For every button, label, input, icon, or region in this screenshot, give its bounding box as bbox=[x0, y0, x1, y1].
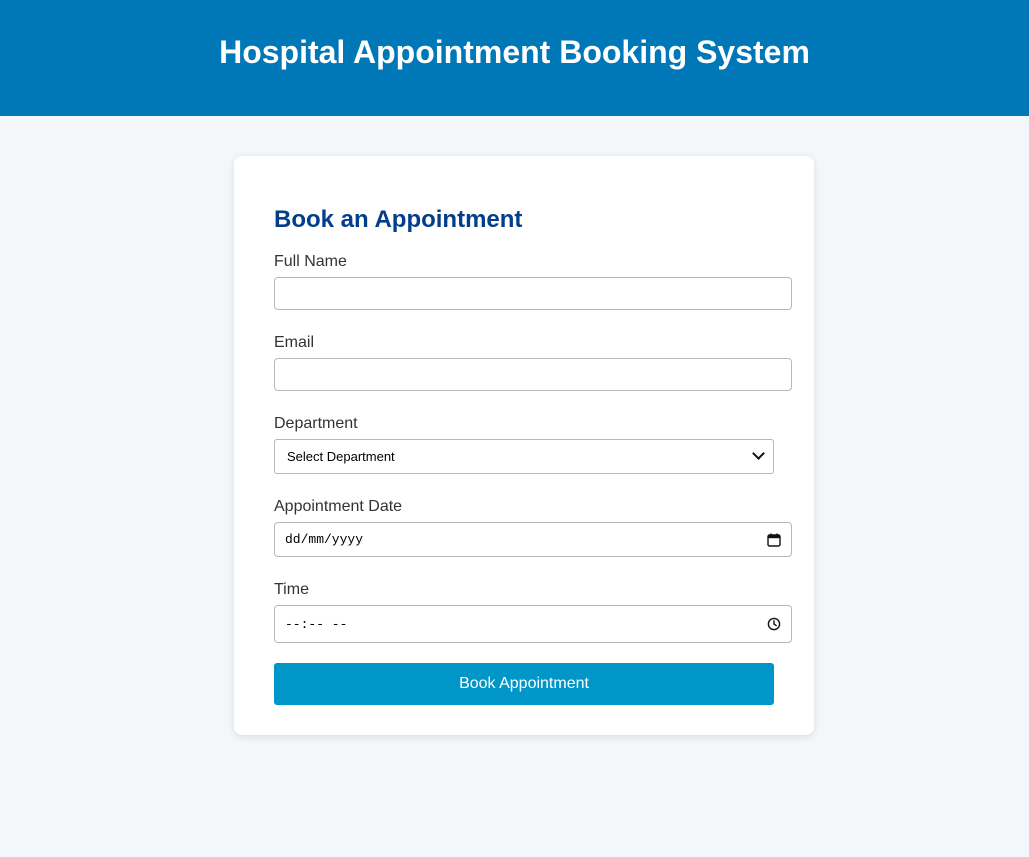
email-input[interactable] bbox=[274, 358, 792, 391]
time-input[interactable]: --:-- -- bbox=[274, 605, 792, 643]
page-title: Hospital Appointment Booking System bbox=[219, 33, 810, 70]
department-label: Department bbox=[274, 415, 358, 432]
full-name-label: Full Name bbox=[274, 253, 347, 270]
time-placeholder: --:-- -- bbox=[285, 616, 348, 632]
calendar-icon[interactable] bbox=[767, 533, 781, 547]
date-label: Appointment Date bbox=[274, 498, 403, 515]
appointment-date-input[interactable]: dd/mm/yyyy bbox=[274, 522, 792, 557]
full-name-input[interactable] bbox=[274, 277, 792, 310]
booking-form-card: Book an Appointment Full Name Email Depa… bbox=[234, 156, 814, 735]
department-selected-value: Select Department bbox=[287, 449, 395, 464]
time-label: Time bbox=[274, 581, 309, 598]
page-header: Hospital Appointment Booking System bbox=[0, 0, 1029, 116]
email-label: Email bbox=[274, 334, 315, 351]
date-placeholder: dd/mm/yyyy bbox=[285, 532, 364, 547]
form-heading: Book an Appointment bbox=[274, 206, 523, 233]
chevron-down-icon bbox=[752, 447, 765, 460]
department-select[interactable]: Select Department bbox=[274, 439, 774, 474]
book-appointment-button[interactable]: Book Appointment bbox=[274, 663, 774, 705]
clock-icon[interactable] bbox=[767, 617, 781, 631]
